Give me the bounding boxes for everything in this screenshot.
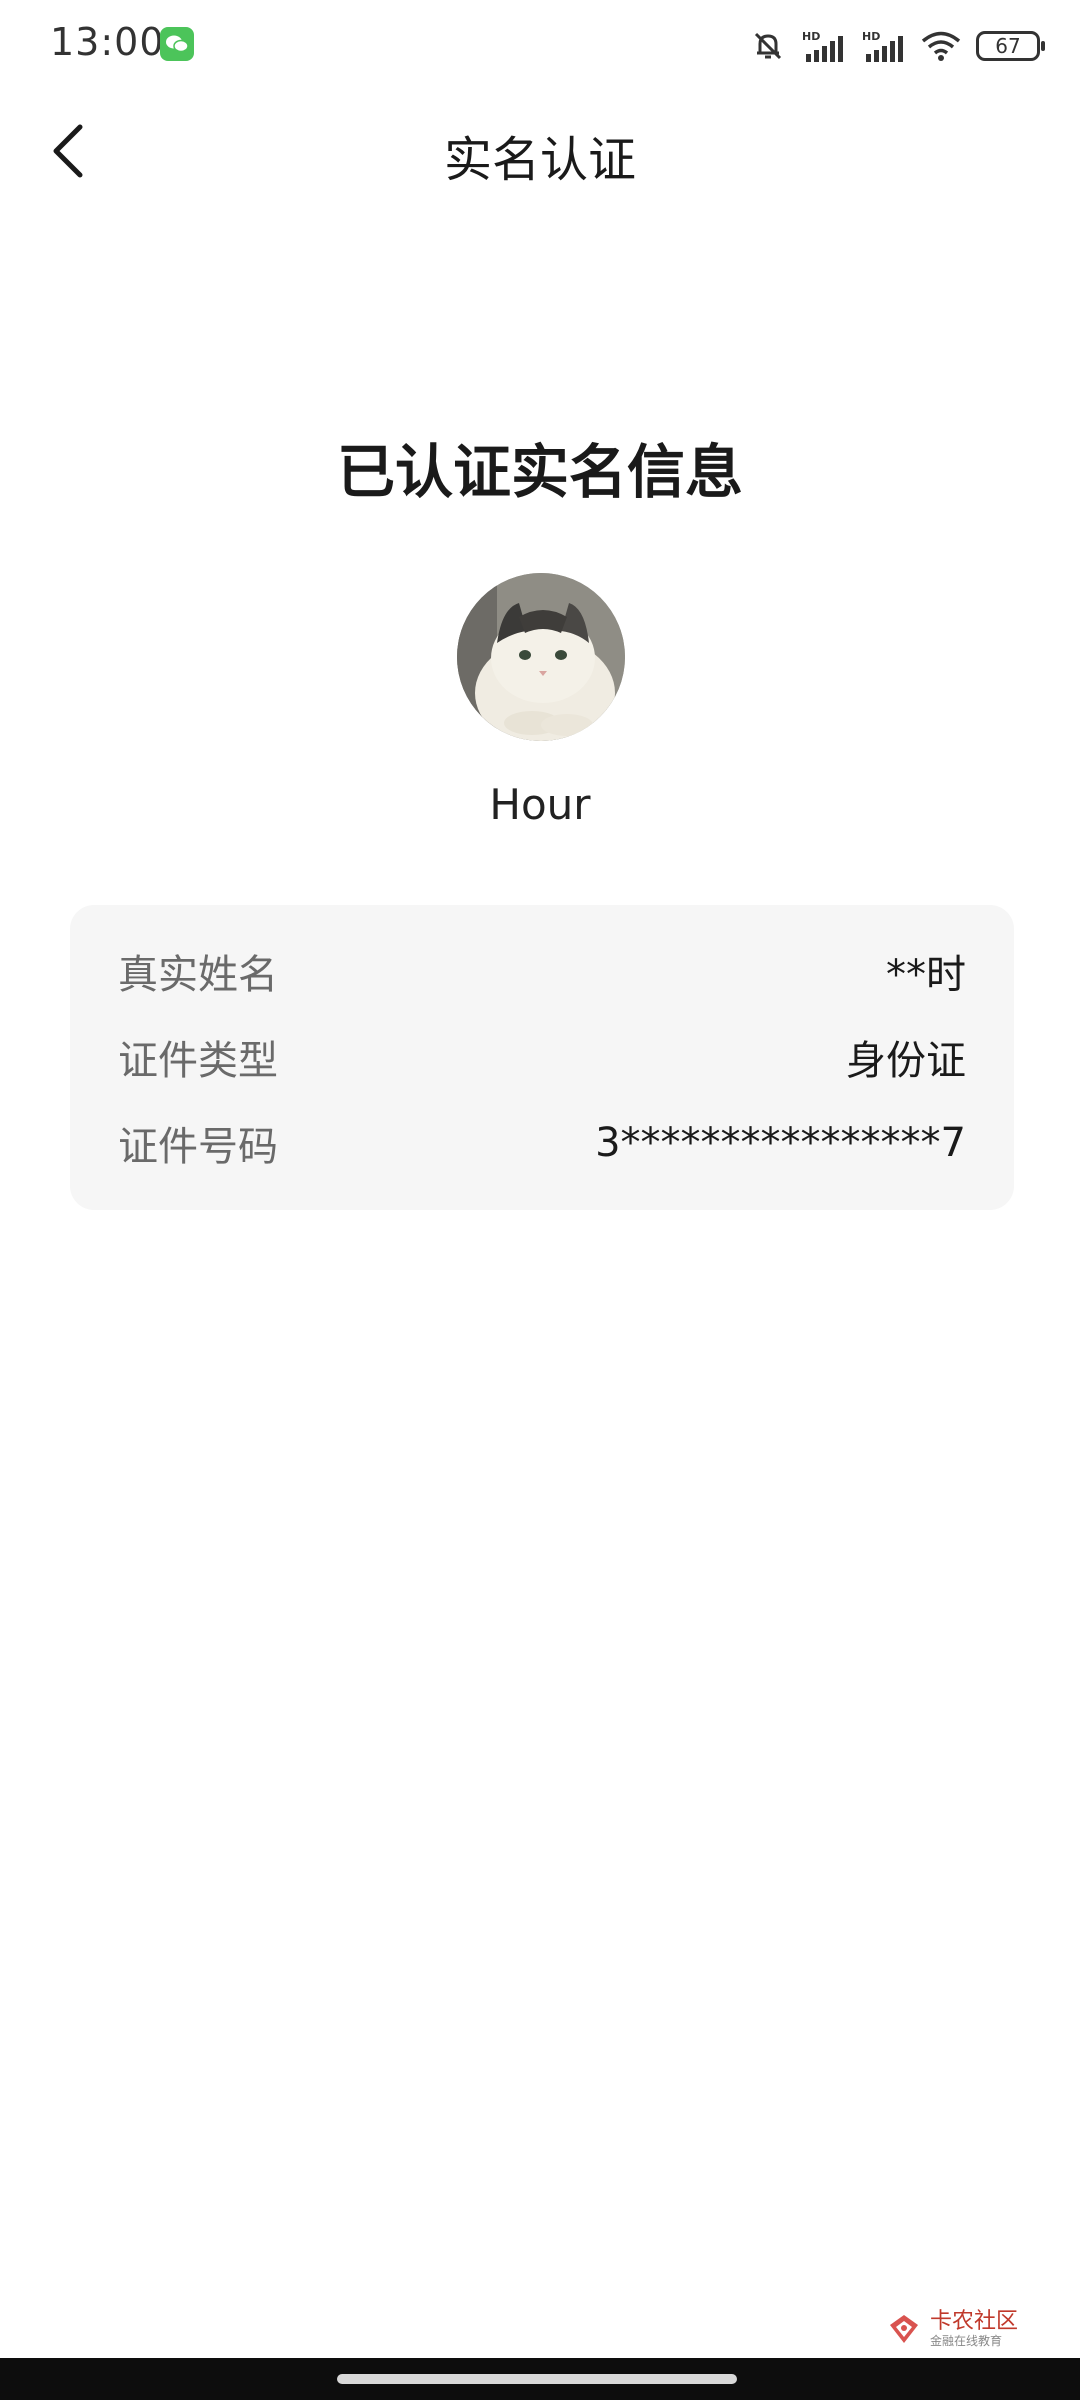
battery-icon: 67 bbox=[976, 31, 1045, 61]
svg-text:HD: HD bbox=[862, 30, 880, 43]
info-row-id-number: 证件号码 3****************7 bbox=[118, 1113, 966, 1173]
gesture-handle[interactable] bbox=[337, 2374, 737, 2384]
watermark-text: 卡农社区 bbox=[929, 2309, 1018, 2334]
watermark-subtext: 金融在线教育 bbox=[929, 2334, 1002, 2348]
info-label: 证件号码 bbox=[118, 1124, 278, 1170]
watermark: 卡农社区 金融在线教育 bbox=[886, 2310, 1018, 2348]
info-value: 3****************7 bbox=[595, 1120, 966, 1166]
watermark-logo-icon bbox=[889, 2315, 918, 2343]
info-label: 证件类型 bbox=[118, 1038, 278, 1084]
gesture-bar bbox=[0, 2358, 1080, 2400]
hd-signal-icon: HD bbox=[800, 28, 846, 64]
wifi-icon bbox=[920, 28, 962, 64]
info-label: 真实姓名 bbox=[118, 952, 278, 998]
wechat-icon bbox=[160, 27, 194, 61]
info-row-id-type: 证件类型 身份证 bbox=[118, 1027, 966, 1087]
info-row-real-name: 真实姓名 **时 bbox=[118, 941, 966, 1001]
mute-bell-icon bbox=[750, 28, 786, 64]
info-value: 身份证 bbox=[846, 1038, 966, 1084]
info-value: **时 bbox=[886, 952, 966, 998]
top-nav: 实名认证 bbox=[0, 100, 1080, 200]
hd-signal-icon: HD bbox=[860, 28, 906, 64]
status-bar: 13:00 HD HD 67 bbox=[0, 0, 1080, 90]
svg-text:HD: HD bbox=[802, 30, 820, 43]
avatar bbox=[457, 573, 625, 741]
info-card: 真实姓名 **时 证件类型 身份证 证件号码 3****************… bbox=[70, 905, 1014, 1210]
page-title: 实名认证 bbox=[443, 132, 636, 188]
username: Hour bbox=[489, 780, 591, 829]
status-time: 13:00 bbox=[50, 20, 165, 64]
verified-info-heading: 已认证实名信息 bbox=[336, 438, 743, 506]
